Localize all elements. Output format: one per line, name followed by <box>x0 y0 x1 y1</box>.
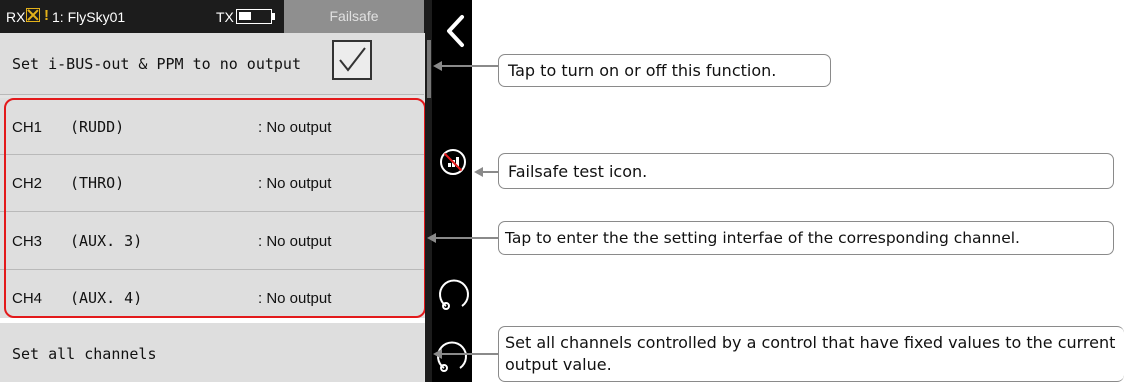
battery-fill <box>239 12 251 20</box>
callout-leader <box>440 353 498 355</box>
warning-icon: ! <box>44 7 49 24</box>
checkbox[interactable] <box>332 40 372 80</box>
channel-callout: Tap to enter the the setting interfae of… <box>498 221 1114 255</box>
rotate-icon[interactable] <box>436 276 472 312</box>
page-title: Failsafe <box>284 0 424 33</box>
failsafe-screen: RX ! 1: FlySky01 TX Failsafe Set i-BUS-o… <box>0 0 432 382</box>
set-all-channels-label: Set all channels <box>12 345 157 363</box>
no-output-toggle-row[interactable]: Set i-BUS-out & PPM to no output <box>0 33 424 95</box>
signal-bar <box>448 163 451 167</box>
failsafe-test-icon[interactable] <box>440 149 466 175</box>
set-all-callout-text: Set all channels controlled by a control… <box>505 333 1116 374</box>
rx-label: RX <box>6 9 26 25</box>
tx-battery-icon <box>236 9 272 24</box>
channel-list-highlight <box>4 98 426 318</box>
channel-callout-text: Tap to enter the the setting interfae of… <box>505 229 1020 247</box>
disabled-slash <box>443 152 463 172</box>
toggle-callout: Tap to turn on or off this function. <box>498 54 831 87</box>
set-all-callout: Set all channels controlled by a control… <box>498 326 1124 382</box>
no-output-toggle-label: Set i-BUS-out & PPM to no output <box>12 55 301 73</box>
callout-leader <box>482 171 498 173</box>
tx-label: TX <box>216 9 234 25</box>
status-bar: RX ! 1: FlySky01 TX Failsafe <box>0 0 432 33</box>
toggle-callout-text: Tap to turn on or off this function. <box>508 61 777 80</box>
model-name: 1: FlySky01 <box>52 9 126 25</box>
checkmark-icon <box>339 47 366 72</box>
test-icon-callout: Failsafe test icon. <box>498 153 1114 189</box>
set-all-channels-row[interactable]: Set all channels <box>0 323 424 382</box>
callout-leader <box>440 65 498 67</box>
test-icon-callout-text: Failsafe test icon. <box>508 161 648 181</box>
rx-disconnected-icon <box>26 8 40 22</box>
battery-tip <box>272 13 275 20</box>
callout-leader <box>434 237 498 239</box>
scrollbar-thumb[interactable] <box>427 40 431 98</box>
chevron-left-icon[interactable] <box>444 14 468 48</box>
side-button-strip <box>432 0 472 382</box>
